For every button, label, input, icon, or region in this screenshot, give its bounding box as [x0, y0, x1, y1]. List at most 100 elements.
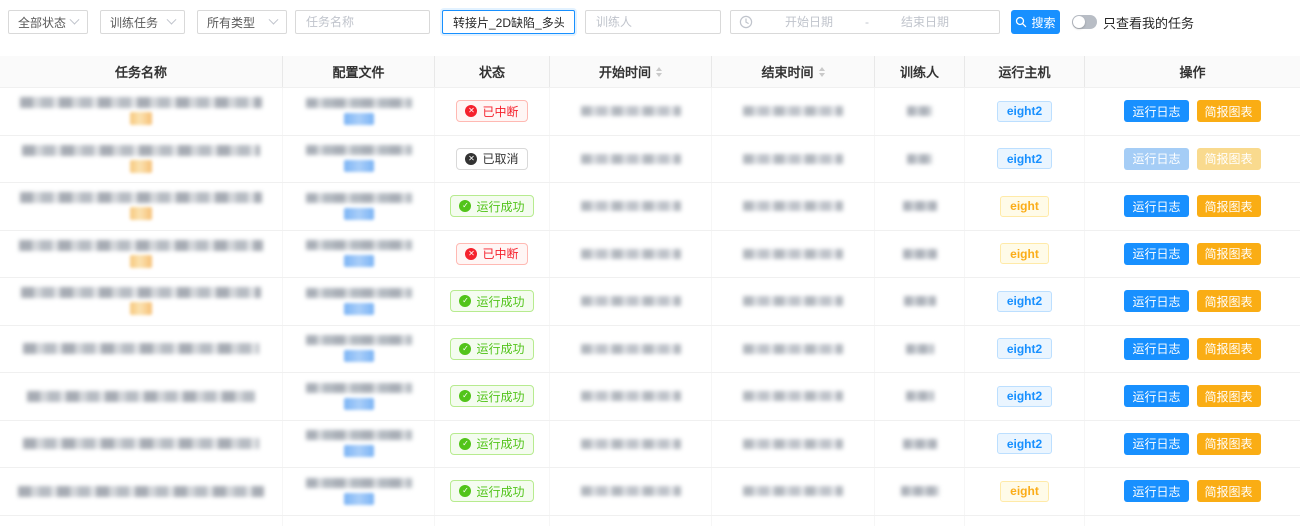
- status-badge: ✓ 运行成功: [450, 385, 533, 407]
- trainer-redacted: [904, 296, 936, 306]
- config-link-redacted[interactable]: [344, 160, 374, 172]
- run-log-button[interactable]: 运行日志: [1124, 480, 1188, 502]
- run-log-button[interactable]: 运行日志: [1124, 195, 1188, 217]
- config-link-redacted[interactable]: [344, 398, 374, 410]
- clock-icon: [739, 15, 753, 29]
- status-cell: ✓ 运行成功: [435, 421, 550, 468]
- run-log-button[interactable]: 运行日志: [1124, 243, 1188, 265]
- my-tasks-toggle[interactable]: [1072, 15, 1097, 29]
- report-chart-button[interactable]: 简报图表: [1197, 195, 1261, 217]
- config-link-redacted[interactable]: [344, 493, 374, 505]
- column-header-start-time[interactable]: 开始时间: [550, 56, 712, 87]
- end-time-cell: [712, 231, 875, 278]
- end-time-redacted: [743, 249, 843, 259]
- chevron-down-icon: [269, 14, 279, 24]
- sort-carets-icon[interactable]: [819, 67, 825, 77]
- task-type-select[interactable]: 训练任务: [100, 10, 185, 34]
- task-name-redacted: [27, 391, 255, 402]
- config-file-cell: [283, 468, 435, 515]
- config-file-cell: [283, 136, 435, 183]
- run-log-button[interactable]: 运行日志: [1124, 433, 1188, 455]
- config-link-redacted[interactable]: [344, 208, 374, 220]
- host-cell: eight2: [965, 278, 1085, 325]
- report-chart-button[interactable]: 简报图表: [1197, 148, 1261, 170]
- run-log-button[interactable]: 运行日志: [1124, 148, 1188, 170]
- host-cell: eight2: [965, 88, 1085, 135]
- status-icon: ✓: [459, 343, 471, 355]
- actions-cell: 运行日志 简报图表: [1085, 231, 1300, 278]
- end-date-input[interactable]: [869, 15, 981, 29]
- config-link-redacted[interactable]: [344, 445, 374, 457]
- table-header: 任务名称 配置文件 状态 开始时间 结束时间 训练人 运行主机: [0, 56, 1300, 88]
- date-range-picker[interactable]: -: [730, 10, 1000, 34]
- run-log-button[interactable]: 运行日志: [1124, 385, 1188, 407]
- report-chart-button[interactable]: 简报图表: [1197, 338, 1261, 360]
- status-icon: ✓: [459, 438, 471, 450]
- column-header-end-time[interactable]: 结束时间: [712, 56, 875, 87]
- config-link-redacted[interactable]: [344, 255, 374, 267]
- search-button[interactable]: 搜索: [1011, 10, 1060, 34]
- trainer-cell: [875, 373, 965, 420]
- report-chart-button[interactable]: 简报图表: [1197, 480, 1261, 502]
- trainer-field: [585, 10, 721, 34]
- host-badge: eight2: [997, 148, 1052, 169]
- task-name-cell: [0, 468, 283, 515]
- config-link-redacted[interactable]: [344, 303, 374, 315]
- actions-cell: 运行日志 简报图表: [1085, 278, 1300, 325]
- report-chart-button[interactable]: 简报图表: [1197, 100, 1261, 122]
- task-tag-redacted: [130, 302, 152, 315]
- status-cell: ✕ 已取消: [435, 136, 550, 183]
- end-time-redacted: [743, 201, 843, 211]
- end-time-redacted: [743, 391, 843, 401]
- status-icon: ✓: [459, 295, 471, 307]
- config-link-redacted[interactable]: [344, 350, 374, 362]
- report-chart-button[interactable]: 简报图表: [1197, 433, 1261, 455]
- start-time-cell: [550, 278, 712, 325]
- caret-up-icon: [819, 67, 825, 71]
- host-badge: eight: [1000, 196, 1049, 217]
- status-cell: ✕ 已中断: [435, 88, 550, 135]
- host-badge: eight2: [997, 101, 1052, 122]
- host-cell: eight2: [965, 421, 1085, 468]
- report-chart-button[interactable]: 简报图表: [1197, 290, 1261, 312]
- status-filter-select[interactable]: 全部状态: [8, 10, 88, 34]
- actions-cell: 运行日志 简报图表: [1085, 183, 1300, 230]
- trainer-redacted: [907, 106, 932, 116]
- task-search-input[interactable]: [445, 11, 572, 33]
- task-name-cell: [0, 278, 283, 325]
- start-time-cell: [550, 88, 712, 135]
- table-row: ✕ 已中断 eight 运行日志 简报图表: [0, 231, 1300, 279]
- start-time-redacted: [581, 249, 681, 259]
- trainer-input[interactable]: [588, 11, 718, 33]
- run-log-button[interactable]: 运行日志: [1124, 100, 1188, 122]
- status-cell: ✕ 已中断: [435, 231, 550, 278]
- chevron-down-icon: [167, 14, 177, 24]
- status-icon: ✓: [459, 200, 471, 212]
- run-log-button[interactable]: 运行日志: [1124, 290, 1188, 312]
- tasks-table: 任务名称 配置文件 状态 开始时间 结束时间 训练人 运行主机: [0, 56, 1300, 526]
- actions-cell: 运行日志 简报图表: [1085, 373, 1300, 420]
- end-time-cell: [712, 136, 875, 183]
- report-chart-button[interactable]: 简报图表: [1197, 243, 1261, 265]
- start-time-redacted: [581, 106, 681, 116]
- trainer-cell: [875, 326, 965, 373]
- run-log-button[interactable]: 运行日志: [1124, 338, 1188, 360]
- task-name-input[interactable]: [298, 11, 427, 33]
- trainer-cell: [875, 183, 965, 230]
- config-link-redacted[interactable]: [344, 113, 374, 125]
- task-tag-redacted: [130, 255, 152, 268]
- category-select[interactable]: 所有类型: [197, 10, 287, 34]
- category-value: 所有类型: [207, 14, 255, 31]
- table-row: ✓ 运行成功 eight2 运行日志 简报图表: [0, 278, 1300, 326]
- trainer-cell: [875, 136, 965, 183]
- task-name-redacted: [19, 240, 263, 251]
- start-date-input[interactable]: [753, 15, 865, 29]
- report-chart-button[interactable]: 简报图表: [1197, 385, 1261, 407]
- end-time-cell: [712, 88, 875, 135]
- task-name-redacted: [18, 486, 264, 497]
- task-name-redacted: [22, 145, 260, 156]
- status-label: 已中断: [482, 245, 518, 262]
- status-filter-value: 全部状态: [18, 14, 66, 31]
- status-badge: ✓ 运行成功: [450, 290, 533, 312]
- sort-carets-icon[interactable]: [656, 67, 662, 77]
